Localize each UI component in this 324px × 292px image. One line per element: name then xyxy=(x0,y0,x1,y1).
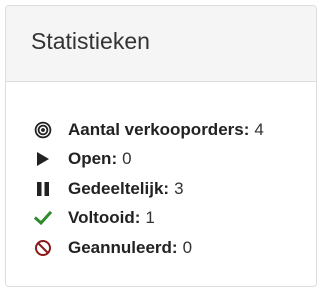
stat-value: 3 xyxy=(174,178,184,198)
stat-label: Open: xyxy=(68,149,118,169)
panel-header: Statistieken xyxy=(6,6,316,82)
ban-icon xyxy=(33,238,53,258)
statistics-panel: Statistieken Aantal verkooporders: 4 Ope… xyxy=(5,5,317,287)
stat-completed: Voltooid: 1 xyxy=(33,204,264,234)
stat-open: Open: 0 xyxy=(33,145,264,175)
stat-value: 0 xyxy=(122,149,132,169)
stat-partial: Gedeeltelijk: 3 xyxy=(33,174,264,204)
pause-icon xyxy=(33,179,53,199)
stat-value: 1 xyxy=(145,208,155,228)
stat-total-orders: Aantal verkooporders: 4 xyxy=(33,115,264,145)
stat-value: 0 xyxy=(182,237,193,257)
stat-label: Geannuleerd: xyxy=(68,237,178,257)
play-icon xyxy=(33,149,53,169)
stat-label: Gedeeltelijk: xyxy=(68,178,170,198)
stat-value: 4 xyxy=(254,119,264,139)
stat-cancelled: Geannuleerd: 0 xyxy=(33,233,264,263)
check-icon xyxy=(33,208,53,228)
stat-label: Aantal verkooporders: xyxy=(68,119,250,139)
statistics-list: Aantal verkooporders: 4 Open: 0 Gedeelte… xyxy=(33,115,264,263)
bullseye-icon xyxy=(33,120,53,140)
stat-label: Voltooid: xyxy=(68,208,141,228)
panel-title: Statistieken xyxy=(31,28,150,54)
